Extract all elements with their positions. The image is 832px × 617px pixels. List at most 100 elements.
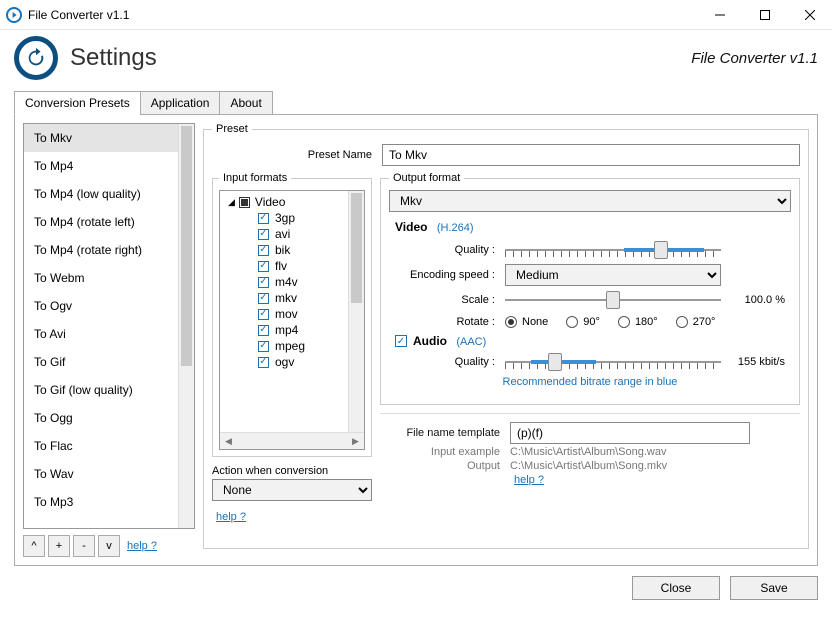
app-name-version: File Converter v1.1 [691,50,818,67]
rotate-option[interactable]: 270° [676,316,716,328]
video-section-label: Video (H.264) [395,220,785,234]
checkbox[interactable]: ✓ [258,245,269,256]
video-quality-label: Quality : [395,244,495,256]
preset-help-link[interactable]: help ? [127,540,157,552]
preset-name-input[interactable] [382,144,800,166]
move-down-button[interactable]: v [98,535,120,557]
radio-icon [618,316,630,328]
close-button[interactable] [787,0,832,30]
video-quality-slider[interactable] [505,238,721,262]
preset-item[interactable]: To Webm [24,264,194,292]
tree-root-video[interactable]: ◢Video [228,195,364,209]
output-example-label: Output [380,460,500,472]
checkbox[interactable]: ✓ [258,277,269,288]
checkbox[interactable]: ✓ [258,309,269,320]
checkbox[interactable]: ✓ [258,261,269,272]
checkbox[interactable]: ✓ [258,293,269,304]
tree-item-label: mkv [275,291,297,305]
audio-quality-slider[interactable] [505,350,721,374]
close-icon [805,10,815,20]
checkbox[interactable]: ✓ [258,213,269,224]
preset-list-scrollbar[interactable] [178,124,194,528]
video-label-text: Video [395,220,427,234]
scale-value: 100.0 % [729,294,785,306]
preset-item[interactable]: To Mp4 [24,152,194,180]
audio-checkbox[interactable]: ✓ [395,335,407,347]
tree-item-label: mov [275,307,298,321]
collapse-icon: ◢ [228,197,235,208]
file-name-template-input[interactable] [510,422,750,444]
tab-about[interactable]: About [219,91,272,115]
checkbox[interactable]: ✓ [258,341,269,352]
encoding-speed-select[interactable]: Medium [505,264,721,286]
preset-item[interactable]: To Mp3 [24,488,194,516]
input-formats-label: Input formats [219,172,291,184]
tree-item-label: 3gp [275,211,295,225]
preset-item[interactable]: To Flac [24,432,194,460]
radio-icon [566,316,578,328]
add-preset-button[interactable]: + [48,535,70,557]
rotate-option[interactable]: 90° [566,316,600,328]
preset-item[interactable]: To Wav [24,460,194,488]
preset-buttons: ^ + - v help ? [23,535,195,557]
scrollbar-thumb[interactable] [351,193,362,303]
input-example-value: C:\Music\Artist\Album\Song.wav [510,446,667,458]
remove-preset-button[interactable]: - [73,535,95,557]
scroll-left-icon[interactable]: ◀ [220,433,237,450]
template-help-link[interactable]: help ? [514,474,544,486]
page-title: Settings [70,44,157,72]
file-name-template-section: File name template Input example C:\Musi… [380,413,800,486]
tab-application[interactable]: Application [140,91,221,115]
preset-item[interactable]: To Ogg [24,404,194,432]
maximize-button[interactable] [742,0,787,30]
action-when-conversion-select[interactable]: None [212,479,372,501]
tree-item-label: flv [275,259,287,273]
preset-item[interactable]: To Mp4 (rotate left) [24,208,194,236]
close-dialog-button[interactable]: Close [632,576,720,600]
checkbox[interactable]: ✓ [258,229,269,240]
scale-slider[interactable] [505,288,721,312]
minimize-button[interactable] [697,0,742,30]
preset-item[interactable]: To Ogv [24,292,194,320]
video-codec: (H.264) [437,222,474,234]
header: Settings File Converter v1.1 [0,30,832,88]
tab-conversion-presets[interactable]: Conversion Presets [14,91,141,115]
slider-thumb[interactable] [654,241,668,259]
scrollbar-thumb[interactable] [181,126,192,366]
scale-label: Scale : [395,294,495,306]
action-help-link[interactable]: help ? [216,511,246,523]
refresh-icon [25,47,47,69]
output-format-col: Output format Mkv Video (H.264) Quality … [380,172,800,540]
preset-item[interactable]: To Avi [24,320,194,348]
checkbox[interactable]: ✓ [258,357,269,368]
checkbox[interactable]: ✓ [258,325,269,336]
rotate-option-label: 270° [693,316,716,328]
rotate-option[interactable]: 180° [618,316,658,328]
preset-item[interactable]: To Mp4 (low quality) [24,180,194,208]
save-button[interactable]: Save [730,576,818,600]
input-formats-hscrollbar[interactable]: ◀ ▶ [220,432,364,449]
preset-item[interactable]: To Gif [24,348,194,376]
slider-thumb[interactable] [606,291,620,309]
scroll-right-icon[interactable]: ▶ [347,433,364,450]
radio-icon [505,316,517,328]
window-title: File Converter v1.1 [28,8,129,22]
tree-item-label: ogv [275,355,294,369]
file-name-template-label: File name template [380,427,500,439]
output-format-select[interactable]: Mkv [389,190,791,212]
audio-quality-value: 155 kbit/s [729,356,785,368]
encoding-speed-label: Encoding speed : [395,269,495,281]
output-example-value: C:\Music\Artist\Album\Song.mkv [510,460,667,472]
slider-thumb[interactable] [548,353,562,371]
preset-item[interactable]: To Mp4 (rotate right) [24,236,194,264]
tristate-checkbox[interactable] [239,197,250,208]
move-up-button[interactable]: ^ [23,535,45,557]
preset-sidebar: To MkvTo Mp4To Mp4 (low quality)To Mp4 (… [23,123,195,557]
input-formats-tree[interactable]: ◢Video✓3gp✓avi✓bik✓flv✓m4v✓mkv✓mov✓mp4✓m… [219,190,365,450]
rotate-option[interactable]: None [505,316,548,328]
input-formats-scrollbar[interactable] [348,191,364,432]
tree-item-label: mpeg [275,339,305,353]
preset-item[interactable]: To Mkv [24,124,194,152]
preset-item[interactable]: To Gif (low quality) [24,376,194,404]
preset-list[interactable]: To MkvTo Mp4To Mp4 (low quality)To Mp4 (… [23,123,195,529]
